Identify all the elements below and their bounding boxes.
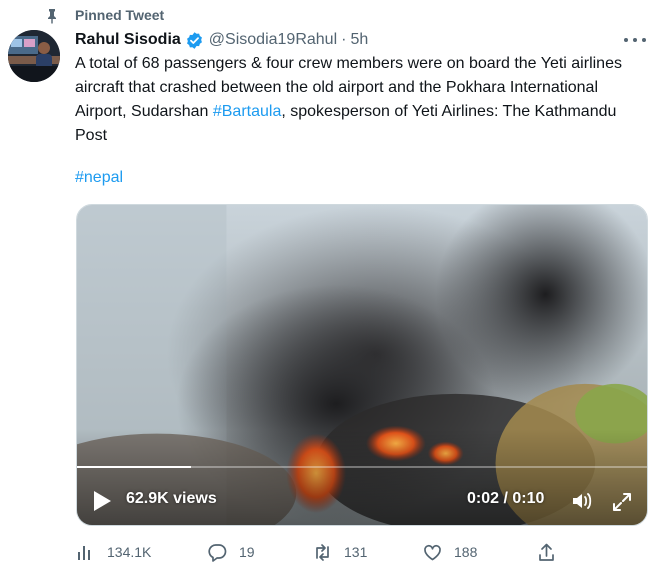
fullscreen-icon[interactable] (611, 491, 633, 513)
reply-icon (208, 543, 227, 562)
separator-dot: · (341, 31, 347, 48)
analytics-count: 134.1K (107, 544, 152, 560)
more-icon[interactable] (624, 32, 646, 48)
tweet-text: A total of 68 passengers & four crew mem… (75, 52, 645, 148)
analytics-icon (78, 545, 90, 560)
verified-icon (186, 31, 202, 49)
display-name[interactable]: Rahul Sisodia (75, 31, 181, 49)
retweet-icon (316, 543, 329, 561)
share-icon (539, 543, 554, 561)
volume-icon[interactable] (572, 491, 594, 511)
reply-count: 19 (239, 544, 255, 560)
video-progress-fill (77, 466, 191, 468)
analytics-button[interactable]: 134.1K (76, 540, 151, 564)
like-button[interactable]: 188 (423, 540, 477, 564)
pinned-label: Pinned Tweet (75, 7, 165, 23)
like-count: 188 (454, 544, 478, 560)
avatar-image (8, 30, 60, 82)
like-icon (424, 544, 441, 560)
video-progress-track[interactable] (77, 466, 647, 468)
handle[interactable]: @Sisodia19Rahul (209, 31, 337, 49)
share-button[interactable] (537, 540, 556, 564)
play-icon[interactable] (91, 489, 113, 513)
hashtag-link[interactable]: #Bartaula (213, 103, 282, 120)
video-views: 62.9K views (126, 490, 217, 507)
video-frame (77, 205, 647, 525)
action-bar: 134.1K 19 131 188 (0, 540, 658, 564)
retweet-button[interactable]: 131 (313, 540, 367, 564)
tweet-header: Rahul Sisodia @Sisodia19Rahul · 5h (75, 29, 368, 51)
hashtag-link[interactable]: #nepal (75, 166, 123, 190)
video-timecode: 0:02 / 0:10 (467, 490, 545, 507)
retweet-count: 131 (344, 544, 368, 560)
video-player[interactable]: 62.9K views 0:02 / 0:10 (76, 204, 648, 526)
avatar[interactable] (8, 30, 60, 82)
pinned-indicator: Pinned Tweet (44, 6, 164, 26)
pin-icon (48, 9, 56, 24)
timestamp[interactable]: 5h (350, 31, 368, 49)
reply-button[interactable]: 19 (208, 540, 255, 564)
